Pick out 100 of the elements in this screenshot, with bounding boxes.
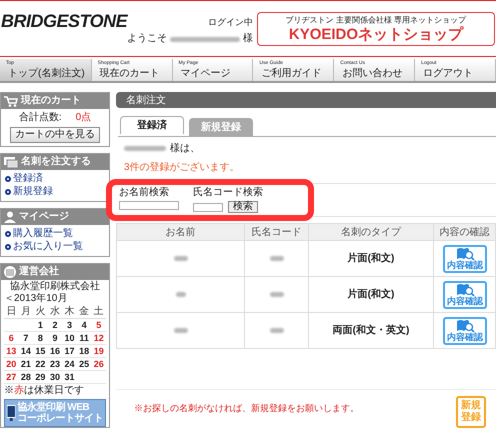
page-title-bar: 名刺注文	[116, 92, 496, 108]
search-button[interactable]: 検索	[228, 201, 258, 213]
calendar-day: 22	[33, 358, 48, 371]
greeting-text: 様は、	[170, 142, 200, 156]
calendar-day: 30	[48, 371, 62, 384]
calendar-day: 1	[33, 319, 48, 332]
calendar-day: 23	[48, 358, 62, 371]
card-icon	[4, 156, 18, 168]
weekday-label: 日	[4, 306, 19, 319]
calendar-day: 7	[18, 332, 34, 345]
calendar-day: 29	[33, 371, 48, 384]
tab[interactable]: 登録済	[120, 116, 184, 134]
blurred-text	[174, 256, 188, 261]
blurred-text	[176, 292, 186, 297]
column-header: お名前	[116, 224, 244, 240]
banner-subtitle: ブリヂストン 主要関係会社様 専用ネットショップ	[286, 16, 466, 26]
weekday-label: 土	[91, 306, 106, 319]
view-details-button[interactable]: 内容確認	[442, 280, 486, 308]
calendar-day: 9	[48, 332, 62, 345]
blurred-text	[174, 328, 188, 333]
calendar-month: ＜2013年10月	[4, 293, 68, 305]
total-value: 0点	[76, 112, 92, 124]
blurred-text	[270, 292, 284, 297]
calendar-day: 16	[48, 345, 62, 358]
total-label: 合計点数:	[18, 112, 62, 124]
blurred-text	[270, 256, 284, 261]
table-cell: 両面(和文・英文)	[308, 312, 434, 348]
search-field[interactable]	[193, 202, 223, 212]
search-label: 氏名コード検索	[193, 187, 263, 199]
calendar-day: 8	[33, 332, 48, 345]
calendar-day: 18	[76, 345, 92, 358]
calendar-day: 13	[4, 345, 19, 358]
view-details-button[interactable]: 内容確認	[442, 316, 486, 344]
column-header: 氏名コード	[244, 224, 308, 240]
registration-count: 3件の登録がございます。	[124, 161, 241, 175]
weekday-label: 木	[62, 306, 77, 319]
book-search-icon	[454, 318, 474, 332]
calendar-day: 3	[62, 319, 77, 332]
welcome-suffix: 様	[243, 34, 254, 44]
calendar-day: 26	[91, 358, 106, 371]
company-name: 協永堂印刷株式会社	[9, 281, 101, 293]
calendar-day: 12	[91, 332, 106, 345]
section-title: 運営会社	[19, 266, 59, 278]
calendar-day: 2	[48, 319, 62, 332]
shop-banner[interactable]: ブリヂストン 主要関係会社様 専用ネットショップ KYOEIDOネットショップ	[257, 12, 495, 46]
calendar-day: 28	[18, 371, 34, 384]
calendar-day: 10	[62, 332, 77, 345]
brand-logo[interactable]: BRIDGESTONE	[1, 12, 128, 30]
calendar-day: 17	[62, 345, 77, 358]
section-title: 名刺を注文する	[21, 156, 91, 168]
calendar-day: 5	[91, 319, 106, 332]
book-search-icon	[454, 282, 474, 296]
blurred-text	[270, 328, 284, 333]
banner-title: KYOEIDOネットショップ	[288, 27, 464, 43]
bullet-icon	[5, 189, 11, 195]
search-field[interactable]	[119, 201, 179, 210]
banner-text: コーポレートサイト	[18, 413, 103, 424]
calendar-day: 4	[76, 319, 92, 332]
weekday-label: 火	[33, 306, 48, 319]
sidebar-link[interactable]: お気に入り一覧	[5, 241, 105, 253]
welcome-label: ようこそ	[127, 34, 168, 44]
calendar-day: 15	[33, 345, 48, 358]
calendar-day: 27	[4, 371, 19, 384]
column-header: 内容の確認	[434, 224, 496, 240]
section-title: マイページ	[19, 211, 69, 223]
calendar-day: 19	[91, 345, 106, 358]
holiday-note: ※赤は休業日です	[4, 385, 85, 397]
calendar-day: 21	[18, 358, 34, 371]
view-details-button[interactable]: 内容確認	[442, 244, 486, 272]
bullet-icon	[5, 231, 11, 237]
search-label: お名前検索	[119, 187, 170, 199]
weekday-label: 月	[18, 306, 34, 319]
cart-icon	[4, 96, 18, 106]
section-title: 現在のカート	[21, 95, 81, 107]
calendar-day: 31	[62, 371, 77, 384]
table-cell: 片面(和文)	[308, 240, 434, 276]
calendar-day: 11	[76, 332, 92, 345]
calendar-day: 20	[4, 358, 19, 371]
sidebar-link[interactable]: 購入履歴一覧	[5, 228, 105, 240]
calendar-day: 25	[76, 358, 92, 371]
blurred-text	[170, 36, 240, 42]
table-cell: 片面(和文)	[308, 276, 434, 312]
notice-text: ※お探しの名刺がなければ、新規登録をお願いします。	[134, 402, 359, 416]
bullet-icon	[5, 176, 11, 182]
bullet-icon	[5, 244, 11, 250]
blurred-text	[124, 146, 166, 151]
calendar-day: 6	[4, 332, 19, 345]
calendar-day: 14	[18, 345, 34, 358]
sidebar-link[interactable]: 新規登録	[5, 186, 105, 198]
view-cart-button[interactable]: カートの中を見る	[10, 127, 100, 143]
column-header: 名刺のタイプ	[308, 224, 434, 240]
login-status: ログイン中	[208, 18, 254, 28]
person-icon	[4, 211, 16, 223]
weekday-label: 金	[76, 306, 92, 319]
weekday-label: 水	[48, 306, 62, 319]
sidebar-link[interactable]: 登録済	[5, 173, 105, 185]
book-search-icon	[454, 246, 474, 260]
calendar-day: 24	[62, 358, 77, 371]
banner-text: 協永堂印刷 WEB	[18, 402, 90, 413]
monitor-icon	[7, 405, 16, 421]
